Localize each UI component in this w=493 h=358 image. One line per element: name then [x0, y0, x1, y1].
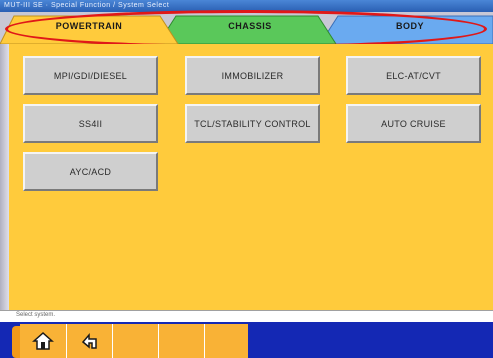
window-title-bar: MUT-III SE · Special Function / System S… — [0, 0, 493, 12]
mpi-gdi-diesel-button[interactable]: MPI/GDI/DIESEL — [23, 56, 158, 95]
home-button[interactable] — [20, 324, 66, 358]
toolbar-empty-button-2[interactable] — [158, 324, 204, 358]
toolbar-empty-button-3[interactable] — [204, 324, 248, 358]
ayc-acd-button[interactable]: AYC/ACD — [23, 152, 158, 191]
toolbar-accent — [12, 326, 20, 358]
status-bar: Select system. — [0, 310, 493, 322]
window-title: MUT-III SE · Special Function / System S… — [4, 2, 170, 9]
status-text: Select system. — [16, 312, 56, 318]
immobilizer-button[interactable]: IMMOBILIZER — [185, 56, 320, 95]
toolbar-empty-button-1[interactable] — [112, 324, 158, 358]
tab-powertrain[interactable]: POWERTRAIN — [34, 21, 144, 31]
return-icon — [81, 332, 97, 349]
tab-chassis[interactable]: CHASSIS — [190, 21, 310, 31]
elc-at-cvt-button[interactable]: ELC-AT/CVT — [346, 56, 481, 95]
ss4ii-button[interactable]: SS4II — [23, 104, 158, 143]
auto-cruise-button[interactable]: AUTO CRUISE — [346, 104, 481, 143]
return-button[interactable] — [66, 324, 112, 358]
tab-body[interactable]: BODY — [350, 21, 470, 31]
panel-left-edge — [0, 44, 9, 310]
system-tab-bar: POWERTRAIN CHASSIS BODY — [0, 12, 493, 44]
bottom-toolbar — [0, 322, 493, 358]
tcl-stability-control-button[interactable]: TCL/STABILITY CONTROL — [185, 104, 320, 143]
home-icon — [32, 331, 54, 350]
